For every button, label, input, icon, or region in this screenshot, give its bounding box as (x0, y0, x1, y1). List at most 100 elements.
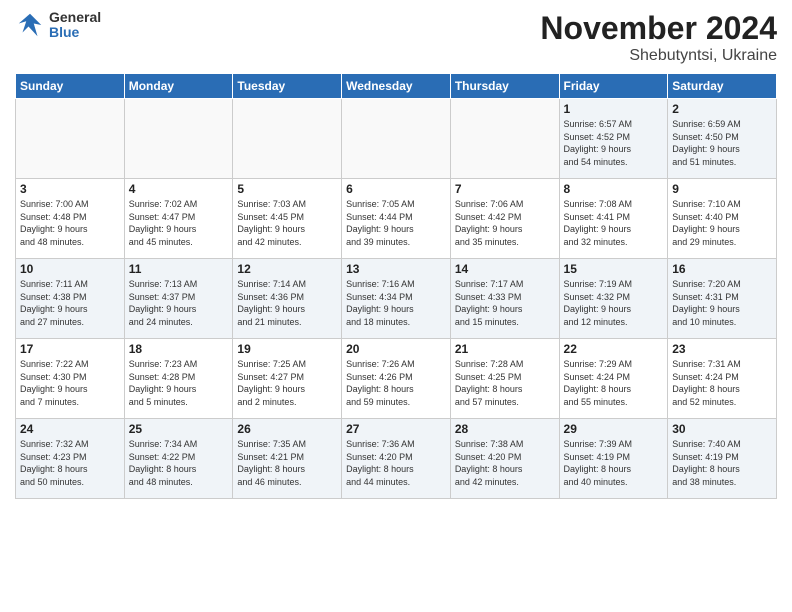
week-row-1: 1Sunrise: 6:57 AM Sunset: 4:52 PM Daylig… (16, 99, 777, 179)
day-info: Sunrise: 6:57 AM Sunset: 4:52 PM Dayligh… (564, 118, 664, 168)
calendar-cell: 17Sunrise: 7:22 AM Sunset: 4:30 PM Dayli… (16, 339, 125, 419)
calendar-cell: 16Sunrise: 7:20 AM Sunset: 4:31 PM Dayli… (668, 259, 777, 339)
calendar-cell: 20Sunrise: 7:26 AM Sunset: 4:26 PM Dayli… (342, 339, 451, 419)
col-thursday: Thursday (450, 74, 559, 99)
col-monday: Monday (124, 74, 233, 99)
calendar-cell (233, 99, 342, 179)
week-row-2: 3 Sunrise: 7:00 AM Sunset: 4:48 PM Daylig… (16, 179, 777, 259)
day-info: Sunrise: 7:02 AM Sunset: 4:47 PM Dayligh… (129, 198, 229, 248)
day-info: Sunrise: 7:00 AM Sunset: 4:48 PM Dayligh… (20, 198, 120, 248)
calendar-cell: 14 Sunrise: 7:17 AM Sunset: 4:33 PM Dayli… (450, 259, 559, 339)
week-row-4: 17Sunrise: 7:22 AM Sunset: 4:30 PM Dayli… (16, 339, 777, 419)
day-number: 17 (20, 342, 120, 356)
calendar-cell: 10Sunrise: 7:11 AM Sunset: 4:38 PM Dayli… (16, 259, 125, 339)
day-info: Sunrise: 7:03 AM Sunset: 4:45 PM Dayligh… (237, 198, 337, 248)
calendar-cell: 15 Sunrise: 7:19 AM Sunset: 4:32 PM Dayli… (559, 259, 668, 339)
col-friday: Friday (559, 74, 668, 99)
col-saturday: Saturday (668, 74, 777, 99)
day-number: 29 (564, 422, 664, 436)
calendar-cell: 11 Sunrise: 7:13 AM Sunset: 4:37 PM Dayli… (124, 259, 233, 339)
day-number: 6 (346, 182, 446, 196)
calendar-cell: 18 Sunrise: 7:23 AM Sunset: 4:28 PM Dayli… (124, 339, 233, 419)
day-number: 20 (346, 342, 446, 356)
calendar-cell: 7 Sunrise: 7:06 AM Sunset: 4:42 PM Daylig… (450, 179, 559, 259)
day-number: 8 (564, 182, 664, 196)
day-info: Sunrise: 6:59 AM Sunset: 4:50 PM Dayligh… (672, 118, 772, 168)
day-number: 15 (564, 262, 664, 276)
day-info: Sunrise: 7:25 AM Sunset: 4:27 PM Dayligh… (237, 358, 337, 408)
day-info: Sunrise: 7:19 AM Sunset: 4:32 PM Dayligh… (564, 278, 664, 328)
day-number: 13 (346, 262, 446, 276)
calendar-cell: 28 Sunrise: 7:38 AM Sunset: 4:20 PM Dayli… (450, 419, 559, 499)
day-number: 10 (20, 262, 120, 276)
day-number: 19 (237, 342, 337, 356)
logo-blue: Blue (49, 25, 101, 40)
calendar-cell: 30 Sunrise: 7:40 AM Sunset: 4:19 PM Dayli… (668, 419, 777, 499)
calendar-cell: 5 Sunrise: 7:03 AM Sunset: 4:45 PM Daylig… (233, 179, 342, 259)
day-number: 12 (237, 262, 337, 276)
col-sunday: Sunday (16, 74, 125, 99)
day-number: 9 (672, 182, 772, 196)
day-info: Sunrise: 7:14 AM Sunset: 4:36 PM Dayligh… (237, 278, 337, 328)
calendar-cell: 21 Sunrise: 7:28 AM Sunset: 4:25 PM Dayli… (450, 339, 559, 419)
day-number: 23 (672, 342, 772, 356)
day-info: Sunrise: 7:10 AM Sunset: 4:40 PM Dayligh… (672, 198, 772, 248)
calendar-cell: 23 Sunrise: 7:31 AM Sunset: 4:24 PM Dayli… (668, 339, 777, 419)
logo: General Blue (15, 10, 101, 41)
day-info: Sunrise: 7:31 AM Sunset: 4:24 PM Dayligh… (672, 358, 772, 408)
logo-text: General Blue (49, 10, 101, 41)
calendar-cell: 1Sunrise: 6:57 AM Sunset: 4:52 PM Daylig… (559, 99, 668, 179)
day-info: Sunrise: 7:23 AM Sunset: 4:28 PM Dayligh… (129, 358, 229, 408)
day-info: Sunrise: 7:13 AM Sunset: 4:37 PM Dayligh… (129, 278, 229, 328)
calendar-cell: 25 Sunrise: 7:34 AM Sunset: 4:22 PM Dayli… (124, 419, 233, 499)
day-number: 3 (20, 182, 120, 196)
day-number: 18 (129, 342, 229, 356)
day-info: Sunrise: 7:40 AM Sunset: 4:19 PM Dayligh… (672, 438, 772, 488)
day-info: Sunrise: 7:17 AM Sunset: 4:33 PM Dayligh… (455, 278, 555, 328)
calendar-cell: 27Sunrise: 7:36 AM Sunset: 4:20 PM Dayli… (342, 419, 451, 499)
col-wednesday: Wednesday (342, 74, 451, 99)
logo-general: General (49, 10, 101, 25)
day-info: Sunrise: 7:34 AM Sunset: 4:22 PM Dayligh… (129, 438, 229, 488)
day-number: 21 (455, 342, 555, 356)
calendar-cell (16, 99, 125, 179)
day-number: 5 (237, 182, 337, 196)
day-info: Sunrise: 7:39 AM Sunset: 4:19 PM Dayligh… (564, 438, 664, 488)
day-info: Sunrise: 7:05 AM Sunset: 4:44 PM Dayligh… (346, 198, 446, 248)
calendar-cell (450, 99, 559, 179)
day-number: 25 (129, 422, 229, 436)
day-number: 28 (455, 422, 555, 436)
day-number: 11 (129, 262, 229, 276)
calendar-cell: 12 Sunrise: 7:14 AM Sunset: 4:36 PM Dayli… (233, 259, 342, 339)
logo-icon (15, 10, 45, 40)
day-number: 7 (455, 182, 555, 196)
title-month: November 2024 (540, 10, 777, 47)
calendar-cell: 4 Sunrise: 7:02 AM Sunset: 4:47 PM Daylig… (124, 179, 233, 259)
day-number: 22 (564, 342, 664, 356)
calendar-table: Sunday Monday Tuesday Wednesday Thursday… (15, 73, 777, 499)
calendar-cell: 9 Sunrise: 7:10 AM Sunset: 4:40 PM Daylig… (668, 179, 777, 259)
day-info: Sunrise: 7:08 AM Sunset: 4:41 PM Dayligh… (564, 198, 664, 248)
calendar-header-row: Sunday Monday Tuesday Wednesday Thursday… (16, 74, 777, 99)
calendar-cell: 22Sunrise: 7:29 AM Sunset: 4:24 PM Dayli… (559, 339, 668, 419)
week-row-5: 24 Sunrise: 7:32 AM Sunset: 4:23 PM Dayli… (16, 419, 777, 499)
calendar-cell: 2 Sunrise: 6:59 AM Sunset: 4:50 PM Daylig… (668, 99, 777, 179)
day-number: 16 (672, 262, 772, 276)
calendar-cell: 19 Sunrise: 7:25 AM Sunset: 4:27 PM Dayli… (233, 339, 342, 419)
day-info: Sunrise: 7:32 AM Sunset: 4:23 PM Dayligh… (20, 438, 120, 488)
calendar-cell: 24 Sunrise: 7:32 AM Sunset: 4:23 PM Dayli… (16, 419, 125, 499)
day-info: Sunrise: 7:06 AM Sunset: 4:42 PM Dayligh… (455, 198, 555, 248)
title-block: November 2024 Shebutyntsi, Ukraine (540, 10, 777, 65)
calendar-cell: 3 Sunrise: 7:00 AM Sunset: 4:48 PM Daylig… (16, 179, 125, 259)
day-number: 30 (672, 422, 772, 436)
day-number: 24 (20, 422, 120, 436)
day-number: 4 (129, 182, 229, 196)
header: General Blue November 2024 Shebutyntsi, … (15, 10, 777, 65)
day-number: 2 (672, 102, 772, 116)
day-info: Sunrise: 7:38 AM Sunset: 4:20 PM Dayligh… (455, 438, 555, 488)
calendar-cell (342, 99, 451, 179)
calendar-cell: 8 Sunrise: 7:08 AM Sunset: 4:41 PM Daylig… (559, 179, 668, 259)
calendar-cell (124, 99, 233, 179)
day-info: Sunrise: 7:28 AM Sunset: 4:25 PM Dayligh… (455, 358, 555, 408)
day-number: 14 (455, 262, 555, 276)
